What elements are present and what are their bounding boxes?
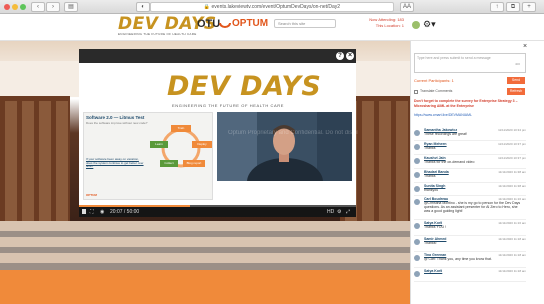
back-icon[interactable]: ‹ bbox=[31, 2, 45, 12]
video-progress-fill bbox=[79, 205, 191, 207]
user-avatar-icon bbox=[414, 239, 420, 245]
share-icon[interactable]: ↑ bbox=[490, 2, 504, 12]
address-bar[interactable]: 🔒 events.lakeviewtv.com/event/OptumDevDa… bbox=[150, 2, 394, 12]
participants-link[interactable]: Current Participants: 1 bbox=[414, 78, 454, 83]
reader-icon[interactable]: AA bbox=[400, 2, 414, 12]
chat-message: Samantha Jakowicz 11/11/2020 10:34 pm Thes… bbox=[414, 127, 526, 141]
optum-logo[interactable]: OPTUM bbox=[232, 18, 268, 29]
node-collect: Collect bbox=[160, 160, 178, 167]
message-time: 11/11/2020 11:18 am bbox=[498, 269, 526, 273]
chat-message: Samir Ahmed 11/11/2020 11:18 am Thanks! bbox=[414, 236, 526, 252]
pause-icon[interactable] bbox=[82, 209, 86, 214]
node-train: Train bbox=[171, 125, 191, 132]
user-avatar-icon bbox=[414, 172, 420, 178]
user-avatar-icon bbox=[414, 130, 420, 136]
help-icon[interactable]: ? bbox=[336, 52, 344, 60]
message-text: @Christina Montino - she is my go to per… bbox=[424, 201, 521, 213]
message-text: Thanks bbox=[424, 174, 436, 178]
optum-swirl-icon bbox=[219, 22, 231, 28]
character-count: 400 bbox=[515, 62, 521, 66]
stage-floor bbox=[0, 270, 410, 304]
survey-link[interactable]: https://www.cmart.live/DEVMANIAML bbox=[414, 113, 472, 117]
search-input[interactable]: Search this site bbox=[274, 19, 336, 28]
fullscreen-icon[interactable]: ⛶ bbox=[90, 209, 94, 215]
card-title: Software 2.0 — Litmus Test bbox=[86, 115, 145, 120]
chat-message: Kaushvi Jain 11/11/2020 10:37 pm Thanks fo… bbox=[414, 155, 526, 169]
chat-message: Satya Korli 11/11/2020 11:18 am bbox=[414, 268, 526, 282]
user-avatar-icon bbox=[414, 223, 420, 229]
chat-message: Satya Korli 11/11/2020 11:16 am Thanks YOU… bbox=[414, 220, 526, 236]
video-watermark: Optum Proprietary and Confidential. Do n… bbox=[228, 130, 358, 136]
slide-subtitle: ENGINEERING THE FUTURE OF HEALTH CARE bbox=[172, 103, 285, 108]
message-text: Thanks bbox=[424, 146, 436, 150]
translate-label: Translate Comments bbox=[420, 89, 453, 93]
lock-icon: 🔒 bbox=[203, 4, 212, 10]
volume-icon[interactable]: ◉ bbox=[100, 209, 104, 215]
user-avatar-icon bbox=[414, 186, 420, 192]
tabs-icon[interactable]: ⧉ bbox=[506, 2, 520, 12]
card-subtitle: Does the software improve without new co… bbox=[86, 121, 148, 125]
refresh-button[interactable]: Refresh bbox=[507, 88, 525, 95]
user-avatar-icon bbox=[414, 199, 420, 205]
logo-tagline: ENGINEERING THE FUTURE OF HEALTH CARE bbox=[118, 32, 197, 36]
close-video-icon[interactable]: × bbox=[346, 52, 354, 60]
expand-icon[interactable]: ⤢ bbox=[346, 209, 350, 215]
message-input[interactable]: Type here and press submit to send a mes… bbox=[414, 53, 526, 73]
presenter-video bbox=[217, 112, 352, 181]
user-avatar-icon bbox=[414, 271, 420, 277]
minimize-window-icon[interactable] bbox=[12, 4, 18, 10]
translate-checkbox[interactable] bbox=[414, 90, 418, 94]
close-sidebar-icon[interactable]: × bbox=[523, 43, 527, 50]
new-tab-icon[interactable]: + bbox=[522, 2, 536, 12]
attendance-text: Now Attending: 183 This Location: 1 bbox=[369, 17, 404, 28]
settings-icon[interactable]: ⚙ bbox=[337, 209, 341, 215]
message-text: Thanks YOU ! bbox=[424, 225, 446, 229]
message-text: @ Carl: Thank you, any time you know tha… bbox=[424, 257, 492, 261]
node-learn: Learn bbox=[150, 141, 168, 148]
message-author[interactable]: Satya Korli bbox=[424, 269, 442, 273]
chat-message: Bhadari Banda 11/11/2020 11:38 am Thanks bbox=[414, 169, 526, 183]
card-logo: OPTUM bbox=[86, 193, 97, 197]
send-button[interactable]: Send bbox=[507, 77, 525, 84]
user-avatar-icon[interactable] bbox=[412, 21, 420, 29]
survey-notice: Don't forget to complete the survey for … bbox=[414, 99, 518, 108]
chat-message: Carl Boudreau 11/11/2020 11:16 am @Christi… bbox=[414, 196, 526, 220]
browser-window: ‹ › ▤ ◐ 🔒 events.lakeviewtv.com/event/Op… bbox=[0, 0, 544, 304]
node-blog-report: Blog report bbox=[183, 160, 205, 167]
user-avatar-icon bbox=[414, 158, 420, 164]
sidebar-toggle-icon[interactable]: ▤ bbox=[64, 2, 78, 12]
settings-gear-icon[interactable]: ⚙▾ bbox=[423, 19, 436, 30]
site-header bbox=[0, 14, 544, 41]
message-text: Thanks! bbox=[424, 241, 437, 245]
slide-title: DEV DAYS bbox=[167, 71, 322, 102]
zoom-window-icon[interactable] bbox=[20, 4, 26, 10]
user-avatar-icon bbox=[414, 255, 420, 261]
node-deploy: Deploy bbox=[192, 141, 212, 148]
message-text: Thanks for the on-demand video bbox=[424, 160, 475, 164]
otu-logo[interactable]: OTU bbox=[197, 18, 220, 30]
quality-label[interactable]: HD bbox=[327, 209, 334, 215]
close-window-icon[interactable] bbox=[4, 4, 10, 10]
message-text: These recordings are great! bbox=[424, 132, 467, 136]
forward-icon[interactable]: › bbox=[46, 2, 60, 12]
card-question: If your software been away on vacation, … bbox=[86, 157, 144, 169]
message-text: thankyou bbox=[424, 188, 439, 192]
chat-message: Ryan Meheen 11/11/2020 10:37 pm Thanks bbox=[414, 141, 526, 155]
shield-icon[interactable]: ◐ bbox=[136, 2, 150, 12]
chat-message: Sunita Singh 11/11/2020 11:38 am thankyou bbox=[414, 183, 526, 196]
chat-message: Tina Greenan 11/11/2020 11:18 am @ Carl: T… bbox=[414, 252, 526, 268]
user-avatar-icon bbox=[414, 144, 420, 150]
video-time: 20:07 / 50:00 bbox=[110, 209, 140, 215]
